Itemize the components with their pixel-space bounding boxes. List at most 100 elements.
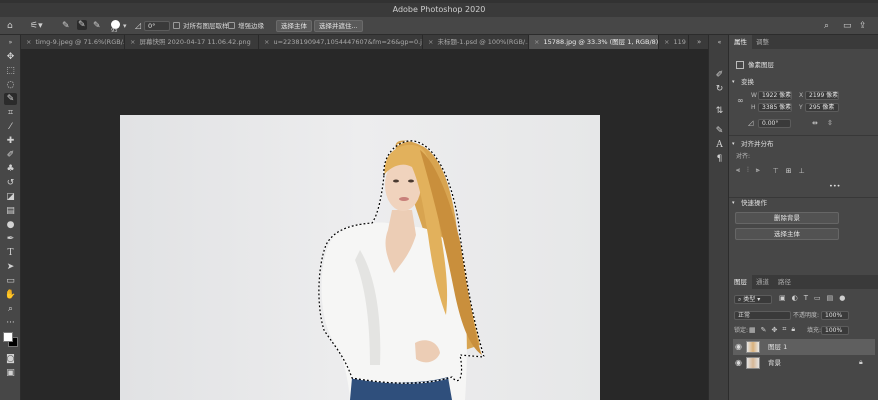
align-middle-v-icon[interactable]: ⊞ (786, 167, 792, 175)
select-subject-button[interactable]: 选择主体 (735, 228, 839, 240)
rectangle-tool-icon[interactable]: ▭ (4, 275, 17, 287)
path-selection-icon[interactable]: ➤ (4, 261, 17, 273)
filter-toggle-icon[interactable]: ● (839, 294, 845, 302)
character-panel-icon[interactable]: A (713, 139, 726, 151)
filter-adjustment-icon[interactable]: ◐ (792, 294, 798, 302)
blend-mode-select[interactable]: 正常 (734, 311, 791, 320)
screen-mode-icon[interactable]: ▣ (4, 367, 17, 379)
opacity-field[interactable]: 100% (821, 311, 849, 320)
layer-row[interactable]: ◉ 背景 🔒︎ (733, 355, 875, 371)
lock-transparent-icon[interactable]: ▦ (749, 326, 756, 334)
align-bottom-icon[interactable]: ⊥ (799, 167, 805, 175)
document-tab[interactable]: × 119 (659, 35, 689, 49)
filter-shape-icon[interactable]: ▭ (814, 294, 821, 302)
align-right-icon[interactable]: ⫸ (756, 166, 760, 175)
healing-brush-icon[interactable]: ✚ (4, 135, 17, 147)
gradient-tool-icon[interactable]: ▤ (4, 205, 17, 217)
document-tab[interactable]: × 未标题-1.psd @ 100%(RGB/... (423, 35, 529, 49)
document-tab[interactable]: × u=2238190947,1054447607&fm=26&gp=0.jpg (259, 35, 423, 49)
marquee-tool-icon[interactable]: ⬚ (4, 65, 17, 77)
height-field[interactable]: 3385 像素 (758, 103, 792, 112)
link-icon[interactable]: ∞ (737, 96, 744, 105)
search-icon[interactable]: ⌕ (824, 21, 829, 31)
foreground-color-swatch-front[interactable] (3, 332, 13, 342)
y-field[interactable]: 295 像素 (805, 103, 839, 112)
hand-tool-icon[interactable]: ✋ (4, 289, 17, 301)
quick-mask-icon[interactable]: ◙ (4, 353, 17, 365)
flip-horizontal-icon[interactable]: ⇹ (812, 119, 818, 127)
align-label: 对齐: (736, 153, 751, 160)
more-tools-icon[interactable]: ··· (4, 317, 17, 329)
chevron-down-icon[interactable]: ▾ (732, 78, 735, 87)
share-icon[interactable]: ⇪ (859, 21, 867, 31)
layer-name[interactable]: 图层 1 (768, 342, 787, 352)
paragraph-panel-icon[interactable]: ¶ (713, 153, 726, 165)
rotation-field[interactable]: 0.00° (758, 119, 791, 128)
visibility-eye-icon[interactable]: ◉ (735, 358, 742, 368)
sample-all-layers-checkbox[interactable]: 对所有图层取样 (173, 21, 229, 31)
x-field[interactable]: 2199 像素 (805, 91, 839, 100)
document-tab[interactable]: × 屏幕快照 2020-04-17 11.06.42.png (125, 35, 259, 49)
tab-adjustments[interactable]: 调整 (751, 35, 774, 49)
align-top-icon[interactable]: ⊤ (773, 167, 779, 175)
document-tab[interactable]: × timg-9.jpeg @ 71.6%(RGB/... (21, 35, 125, 49)
lock-artboard-icon[interactable]: ⌗ (782, 325, 786, 334)
add-to-selection-icon[interactable]: ✎ (77, 20, 87, 30)
brush-settings-icon[interactable]: ✎ (713, 125, 726, 137)
select-subject-button[interactable]: 选择主体 (276, 20, 312, 32)
eyedropper-tool-icon[interactable]: ⁄ (4, 121, 17, 133)
eraser-tool-icon[interactable]: ◪ (4, 191, 17, 203)
layer-name[interactable]: 背景 (768, 358, 781, 368)
dodge-tool-icon[interactable]: ● (4, 219, 17, 231)
filter-smart-icon[interactable]: ▤ (827, 294, 834, 302)
chevron-down-icon[interactable]: ▾ (732, 199, 735, 208)
document-canvas[interactable] (120, 115, 600, 400)
filter-pixel-icon[interactable]: ▣ (779, 294, 786, 302)
crop-tool-icon[interactable]: ⌗ (4, 107, 17, 119)
align-center-h-icon[interactable]: ⫶ (747, 166, 749, 175)
layer-filter-select[interactable]: ⌕ 类型 ▾ (734, 295, 772, 304)
pen-tool-icon[interactable]: ✒ (4, 233, 17, 245)
tab-channels[interactable]: 通道 (751, 275, 774, 289)
tab-properties[interactable]: 属性 (729, 35, 752, 49)
type-tool-icon[interactable]: T (4, 247, 17, 259)
new-selection-icon[interactable]: ✎ (62, 21, 70, 31)
history-brush-icon[interactable]: ↺ (4, 177, 17, 189)
align-left-icon[interactable]: ⫷ (736, 166, 740, 175)
tab-paths[interactable]: 路径 (773, 275, 796, 289)
lock-position-icon[interactable]: ✥ (772, 326, 778, 334)
adjust-panel-icon[interactable]: ⇅ (713, 105, 726, 117)
chevron-down-icon[interactable]: ▾ (732, 140, 735, 149)
layer-row[interactable]: ◉ 图层 1 (733, 339, 875, 355)
select-and-mask-button[interactable]: 选择并遮住... (314, 20, 363, 32)
tab-layers[interactable]: 图层 (729, 275, 752, 289)
lock-all-icon[interactable]: 🔒︎ (791, 325, 795, 334)
tabs-overflow-icon[interactable]: » (697, 38, 701, 46)
visibility-eye-icon[interactable]: ◉ (735, 342, 742, 352)
move-tool-icon[interactable]: ✥ (4, 51, 17, 63)
lock-pixels-icon[interactable]: ✎ (761, 326, 767, 334)
enhance-edge-checkbox[interactable]: 增强边缘 (228, 21, 264, 31)
brush-panel-icon[interactable]: ✐ (713, 69, 726, 81)
align-more-button[interactable]: ••• (829, 182, 841, 191)
angle-input[interactable]: 0° (144, 21, 170, 31)
quick-selection-preset-icon[interactable]: ⚟▾ (30, 21, 43, 31)
lasso-tool-icon[interactable]: ◌ (4, 79, 17, 91)
width-field[interactable]: 1922 像素 (758, 91, 792, 100)
workspace-icon[interactable]: ▭ (843, 21, 852, 31)
collapse-panels-icon[interactable]: « (713, 37, 726, 49)
home-icon[interactable]: ⌂ (7, 21, 13, 31)
brush-tool-icon[interactable]: ✐ (4, 149, 17, 161)
filter-type-icon[interactable]: T (804, 294, 808, 302)
brush-dropdown-icon[interactable]: ▾ (123, 21, 127, 31)
history-panel-icon[interactable]: ↻ (713, 83, 726, 95)
zoom-tool-icon[interactable]: ⌕ (4, 303, 17, 315)
subtract-selection-icon[interactable]: ✎ (93, 21, 101, 31)
remove-background-button[interactable]: 删除背景 (735, 212, 839, 224)
flip-vertical-icon[interactable]: ⇳ (827, 119, 833, 127)
stamp-tool-icon[interactable]: ♣ (4, 163, 17, 175)
collapse-icon[interactable]: » (4, 37, 17, 49)
quick-selection-tool-icon[interactable]: ✎ (4, 93, 17, 105)
fill-field[interactable]: 100% (821, 326, 849, 335)
document-tab-active[interactable]: × 15788.jpg @ 33.3% (图层 1, RGB/8) * (529, 35, 659, 49)
